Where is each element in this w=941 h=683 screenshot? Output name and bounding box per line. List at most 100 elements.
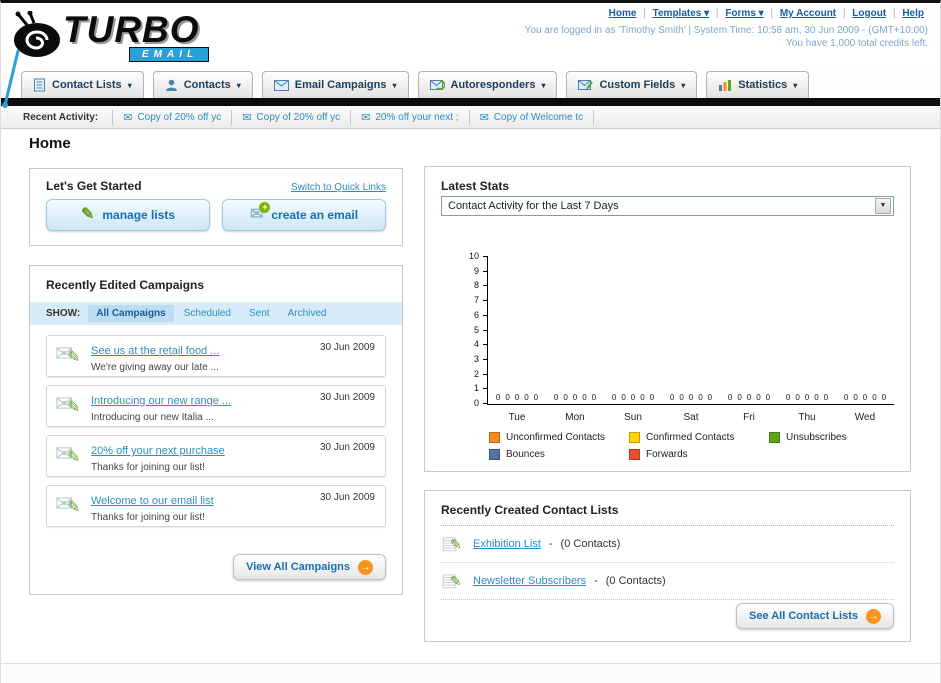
x-axis-label: Sun — [624, 412, 642, 423]
top-link-logout[interactable]: Logout — [852, 8, 886, 19]
bar-value-labels: 00000 — [488, 393, 546, 402]
y-axis-tick-label: 8 — [473, 280, 479, 291]
campaign-date: 30 Jun 2009 — [319, 392, 375, 403]
recent-activity-item[interactable]: ✉ 20% off your next ; — [351, 109, 470, 125]
top-link-forms[interactable]: Forms ▾ — [725, 8, 763, 19]
turbo-email-logo[interactable]: TURBO EMAIL — [11, 7, 291, 63]
logo-subtitle: EMAIL — [129, 47, 210, 62]
link-separator: | — [840, 8, 849, 19]
campaign-title-link[interactable]: 20% off your next purchase — [91, 445, 225, 457]
contact-list-link[interactable]: Exhibition List — [473, 538, 541, 550]
campaign-row: ✉ ✎ Introducing our new range ... Introduci… — [46, 385, 386, 427]
contact-list-row: ▤ ✎ Exhibition List - (0 Contacts) — [441, 526, 894, 563]
contact-list-link[interactable]: Newsletter Subscribers — [473, 575, 586, 587]
bar-value: 0 — [785, 393, 791, 402]
filter-scheduled[interactable]: Scheduled — [176, 305, 239, 322]
view-all-campaigns-button[interactable]: View All Campaigns → — [233, 554, 386, 580]
top-link-templates[interactable]: Templates ▾ — [653, 8, 710, 19]
legend-label: Bounces — [506, 449, 545, 460]
tab-label: Custom Fields — [599, 79, 676, 91]
manage-lists-button[interactable]: ✎ manage lists — [46, 199, 210, 231]
stats-panel-title: Latest Stats — [441, 179, 510, 193]
tab-contacts[interactable]: Contacts ▾ — [152, 71, 253, 98]
y-axis-tick-label: 1 — [473, 383, 479, 394]
header: TURBO EMAIL Home | Templates ▾ | Forms ▾… — [1, 3, 940, 69]
x-axis-label: Wed — [854, 412, 876, 423]
bar-value-labels: 00000 — [778, 393, 836, 402]
page-title: Home — [29, 135, 71, 152]
bar-value: 0 — [737, 393, 742, 402]
y-axis-tick-label: 5 — [473, 324, 479, 335]
envelope-pencil-icon: ✉ ✎ — [55, 341, 81, 367]
bar-value: 0 — [669, 393, 675, 402]
bar-value: 0 — [746, 393, 752, 402]
tab-contact-lists[interactable]: Contact Lists ▾ — [21, 71, 144, 98]
tab-email-campaigns[interactable]: Email Campaigns ▾ — [261, 71, 409, 98]
y-axis-tick-label: 3 — [473, 353, 479, 364]
y-axis-tick-label: 10 — [468, 251, 479, 261]
chevron-down-icon: ▾ — [392, 80, 397, 90]
campaign-title-link[interactable]: Introducing our new range ... — [91, 395, 231, 407]
bar-value-labels: 00000 — [604, 393, 662, 402]
bar-value: 0 — [649, 393, 655, 402]
campaign-subtitle: Thanks for joining our list! — [91, 462, 205, 473]
legend-label: Confirmed Contacts — [646, 432, 735, 443]
filter-sent[interactable]: Sent — [241, 305, 278, 322]
bar-value-labels: 00000 — [836, 393, 894, 402]
chart-group: 0 0 0 0 0 Sat — [662, 257, 720, 423]
campaign-title-link[interactable]: Welcome to our email list — [91, 495, 214, 507]
bar-value: 0 — [756, 393, 761, 402]
view-all-campaigns-label: View All Campaigns — [246, 561, 350, 573]
contact-list-count: (0 Contacts) — [560, 538, 621, 550]
email-icon: ✉ — [123, 111, 133, 124]
bar-value: 0 — [563, 393, 568, 402]
top-link-help[interactable]: Help — [902, 8, 924, 19]
filter-all-campaigns[interactable]: All Campaigns — [88, 305, 174, 322]
switch-to-quick-links-link[interactable]: Switch to Quick Links — [291, 182, 386, 193]
recent-activity-items: ✉ Copy of 20% off yc ✉ Copy of 20% off yc ✉ 2… — [112, 109, 595, 125]
campaign-list: ✉ ✎ See us at the retail food ... We're giv… — [30, 325, 402, 527]
create-email-button[interactable]: ✉ + create an email — [222, 199, 386, 231]
campaign-row: ✉ ✎ See us at the retail food ... We're giv… — [46, 335, 386, 377]
show-label: SHOW: — [46, 308, 81, 319]
campaign-row: ✉ ✎ 20% off your next purchase Thanks for j… — [46, 435, 386, 477]
legend-swatch — [489, 449, 500, 460]
bar-value: 0 — [688, 393, 694, 402]
bar-value: 0 — [533, 393, 539, 402]
see-all-contact-lists-button[interactable]: See All Contact Lists → — [735, 603, 894, 629]
link-separator: | — [640, 8, 649, 19]
activity-item-label: Copy of Welcome tc — [493, 111, 584, 123]
link-separator: | — [713, 8, 722, 19]
stats-dropdown-value: Contact Activity for the Last 7 Days — [448, 200, 619, 212]
statistics-icon — [718, 79, 732, 92]
activity-item-label: Copy of 20% off yc — [256, 111, 341, 123]
latest-stats-panel: Latest Stats Contact Activity for the La… — [424, 166, 911, 472]
recent-activity-item[interactable]: ✉ Copy of Welcome tc — [470, 109, 595, 125]
envelope-pencil-icon: ✉ ✎ — [55, 391, 81, 417]
envelope-plus-icon: ✉ + — [250, 202, 271, 223]
filter-archived[interactable]: Archived — [280, 305, 335, 322]
bar-value: 0 — [679, 393, 684, 402]
campaign-subtitle: Thanks for joining our list! — [91, 512, 205, 523]
legend-swatch — [629, 432, 640, 443]
tab-autoresponders[interactable]: Autoresponders ▾ — [417, 71, 558, 98]
tab-custom-fields[interactable]: Custom Fields ▾ — [566, 71, 698, 98]
stats-activity-dropdown[interactable]: Contact Activity for the Last 7 Days ▼ — [441, 196, 894, 216]
dropdown-arrow-icon: ▼ — [875, 198, 891, 214]
recent-activity-item[interactable]: ✉ Copy of 20% off yc — [112, 109, 233, 125]
chevron-down-icon: ▾ — [681, 80, 686, 90]
bar-value: 0 — [630, 393, 636, 402]
bar-value: 0 — [843, 393, 849, 402]
bar-value: 0 — [621, 393, 626, 402]
campaign-title-link[interactable]: See us at the retail food ... — [91, 345, 219, 357]
link-separator: | — [890, 8, 899, 19]
link-separator: | — [767, 8, 776, 19]
tab-statistics[interactable]: Statistics ▾ — [706, 71, 810, 98]
recent-activity-item[interactable]: ✉ Copy of 20% off yc — [232, 109, 352, 125]
contact-activity-chart: 0 1 2 3 4 5 6 7 8 9 10 0 0 0 0 0 Tue 0 0 0 0 0 Mon 0 0 0 0 0 Sun 0 0 0 0… — [469, 251, 894, 423]
bar-value: 0 — [514, 393, 520, 402]
campaign-subtitle: We're giving away our late ... — [91, 362, 219, 373]
campaign-date: 30 Jun 2009 — [319, 442, 375, 453]
top-link-home[interactable]: Home — [609, 8, 637, 19]
top-link-my-account[interactable]: My Account — [780, 8, 836, 19]
